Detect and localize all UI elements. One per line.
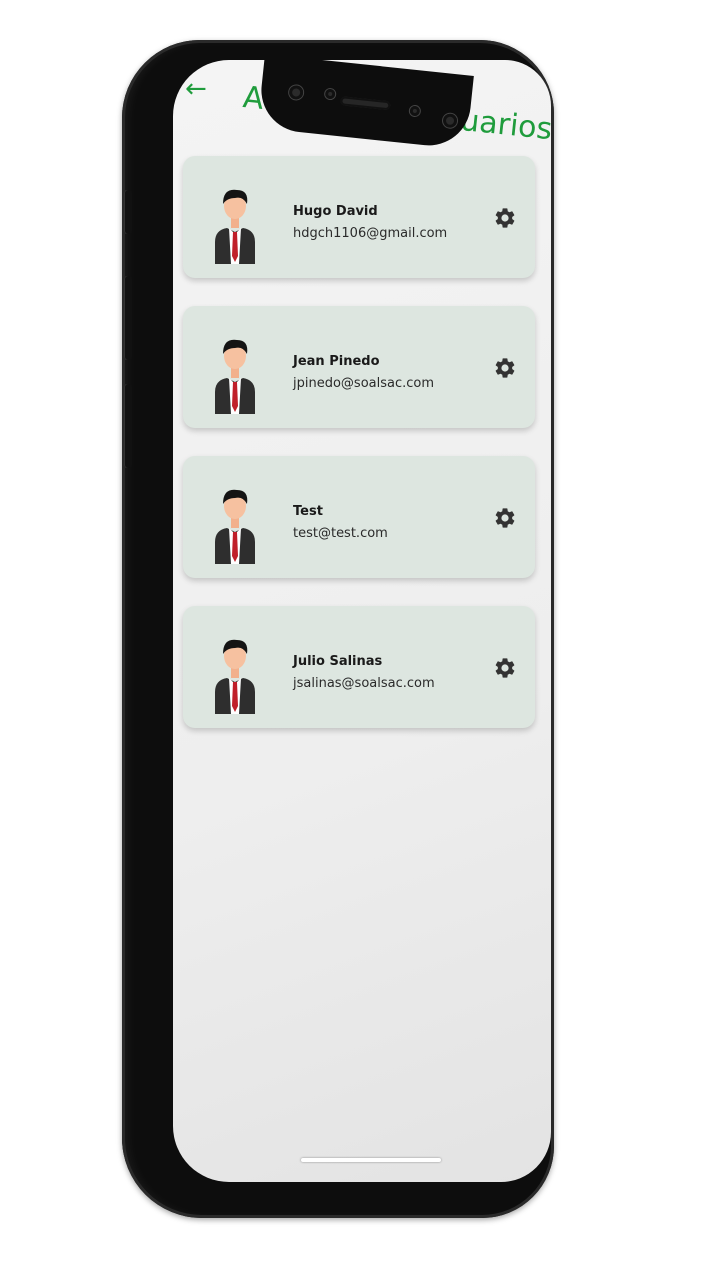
user-avatar-icon — [215, 489, 255, 564]
proximity-sensor-icon — [409, 105, 421, 117]
speaker-grille — [340, 96, 391, 111]
user-avatar-icon — [215, 189, 255, 264]
app-screen: ← Administrar usuarios Hugo David hdgch1… — [173, 60, 551, 1182]
volume-down-button — [124, 384, 132, 468]
user-name: Jean Pinedo — [293, 354, 380, 369]
gear-icon[interactable] — [493, 506, 517, 530]
volume-up-button — [124, 276, 132, 360]
user-avatar-icon — [215, 339, 255, 414]
user-email: test@test.com — [293, 526, 388, 541]
sensor-icon — [324, 88, 336, 100]
user-name: Test — [293, 504, 323, 519]
user-card[interactable]: Jean Pinedo jpinedo@soalsac.com — [183, 306, 535, 428]
user-avatar-icon — [215, 639, 255, 714]
arrow-left-icon[interactable]: ← — [185, 76, 207, 102]
user-list: Hugo David hdgch1106@gmail.com Jean Pine… — [183, 156, 535, 756]
front-camera-icon — [288, 84, 304, 101]
user-card[interactable]: Julio Salinas jsalinas@soalsac.com — [183, 606, 535, 728]
user-card[interactable]: Test test@test.com — [183, 456, 535, 578]
user-email: hdgch1106@gmail.com — [293, 226, 448, 241]
user-name: Julio Salinas — [293, 654, 383, 669]
notch — [257, 60, 474, 150]
gear-icon[interactable] — [493, 356, 517, 380]
user-email: jpinedo@soalsac.com — [293, 376, 435, 391]
home-indicator[interactable] — [301, 1158, 441, 1162]
user-name: Hugo David — [293, 204, 378, 219]
power-button — [124, 190, 132, 234]
user-email: jsalinas@soalsac.com — [293, 676, 435, 691]
user-card[interactable]: Hugo David hdgch1106@gmail.com — [183, 156, 535, 278]
face-id-camera-icon — [442, 113, 458, 129]
gear-icon[interactable] — [493, 206, 517, 230]
gear-icon[interactable] — [493, 656, 517, 680]
